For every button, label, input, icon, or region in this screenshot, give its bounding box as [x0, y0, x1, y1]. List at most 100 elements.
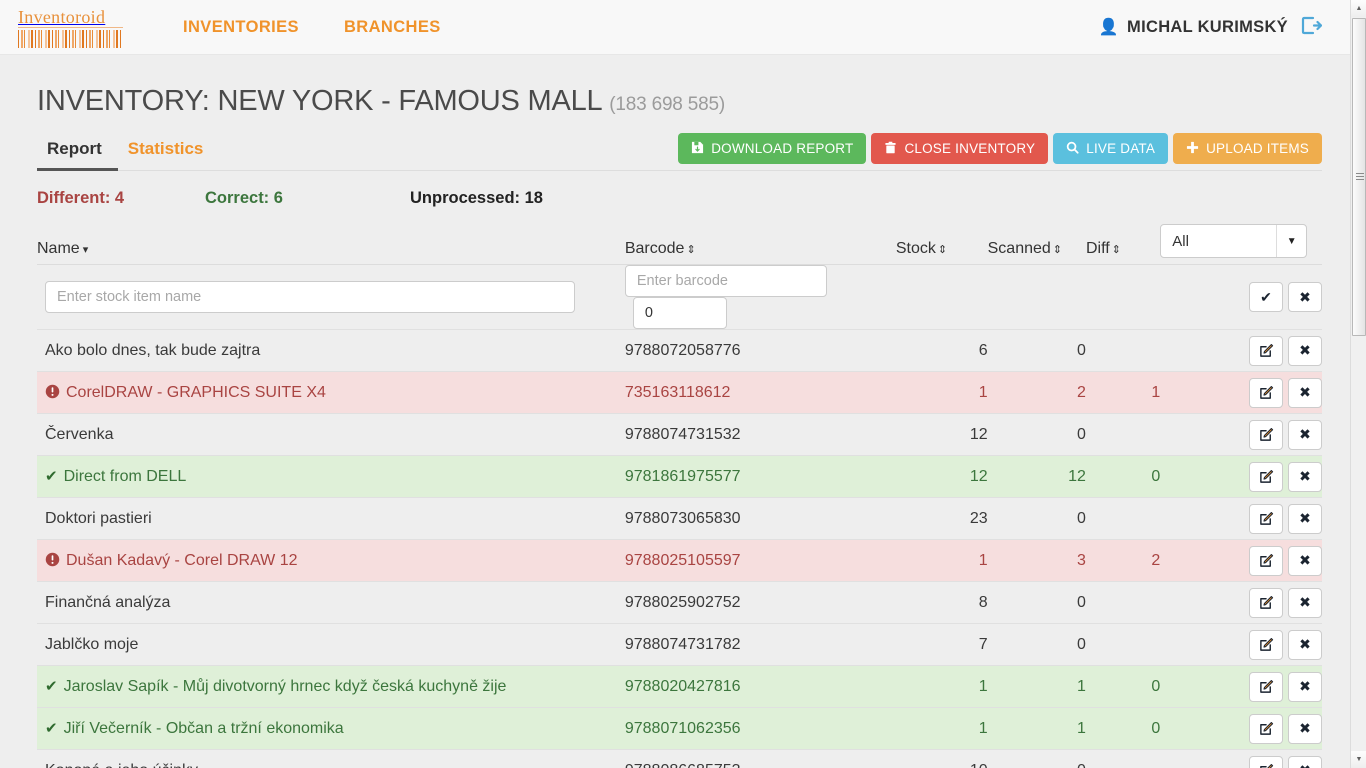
page-body: INVENTORY: NEW YORK - FAMOUS MALL (183 6… [0, 85, 1350, 768]
download-report-button[interactable]: DOWNLOAD REPORT [678, 133, 867, 164]
delete-row-button[interactable]: ✖ [1288, 755, 1322, 768]
live-data-button[interactable]: LIVE DATA [1053, 133, 1169, 164]
confirm-filter-button[interactable]: ✔ [1249, 282, 1283, 312]
cell-actions: ✖ [1160, 498, 1322, 540]
delete-row-button[interactable]: ✖ [1288, 629, 1322, 660]
cell-barcode: 9788086685753 [625, 750, 896, 768]
table-row[interactable]: Doktori pastieri 9788073065830 23 0 ✖ [37, 497, 1322, 540]
edit-row-button[interactable] [1249, 377, 1283, 408]
counter-different: Different: 4 [37, 189, 125, 207]
tab-statistics[interactable]: Statistics [118, 134, 220, 170]
column-header-name[interactable]: Name ▾ [37, 224, 625, 265]
sort-icon: ⇕ [1111, 244, 1121, 256]
live-data-label: LIVE DATA [1086, 141, 1156, 156]
cell-stock: 23 [969, 509, 988, 527]
table-row[interactable]: ✔ Direct from DELL 9781861975577 12 12 0 ✖ [37, 455, 1322, 498]
edit-row-button[interactable] [1249, 503, 1283, 534]
item-name-label: Ako bolo dnes, tak bude zajtra [45, 341, 261, 359]
logout-icon[interactable] [1301, 16, 1323, 39]
clear-filter-button[interactable]: ✖ [1288, 282, 1322, 312]
delete-row-button[interactable]: ✖ [1288, 671, 1322, 702]
delete-row-button[interactable]: ✖ [1288, 545, 1322, 576]
cell-actions: ✖ [1160, 414, 1322, 456]
delete-row-button[interactable]: ✖ [1288, 461, 1322, 492]
cell-diff [1086, 582, 1160, 624]
navbar-right: 👤 MICHAL KURIMSKÝ [1099, 16, 1323, 39]
scroll-down-button[interactable]: ▼ [1351, 751, 1366, 768]
upload-items-label: UPLOAD ITEMS [1206, 141, 1309, 156]
column-header-diff[interactable]: Diff ⇕ [1086, 224, 1160, 265]
cell-diff [1086, 414, 1160, 456]
user-menu[interactable]: 👤 MICHAL KURIMSKÝ [1099, 17, 1288, 37]
edit-row-button[interactable] [1249, 545, 1283, 576]
cell-barcode: 9788074731532 [624, 425, 741, 443]
close-inventory-button[interactable]: CLOSE INVENTORY [871, 133, 1049, 164]
table-row[interactable]: ✔ Jaroslav Sapík - Můj divotvorný hrnec k… [37, 665, 1322, 708]
table-row[interactable]: Dušan Kadavý - Corel DRAW 12 978802510559… [37, 539, 1322, 582]
state-filter-select[interactable]: All ▼ [1160, 224, 1308, 258]
cell-name: Konopé a jeho účinky [37, 750, 625, 768]
edit-row-button[interactable] [1249, 713, 1283, 744]
table-row[interactable]: Ako bolo dnes, tak bude zajtra 9788072058… [37, 329, 1322, 372]
item-name-label: Konopé a jeho účinky [45, 762, 198, 768]
cell-barcode: 9788025902752 [624, 593, 741, 611]
column-header-filter: All ▼ [1160, 224, 1322, 265]
brand-logo[interactable]: Inventoroid [18, 7, 123, 48]
search-input-quantity[interactable] [632, 297, 727, 329]
check-icon: ✔ [45, 678, 58, 695]
cell-stock: 12 [969, 425, 988, 443]
search-input-barcode[interactable] [624, 265, 827, 297]
column-header-scanned[interactable]: Scanned ⇕ [988, 224, 1086, 265]
edit-row-button[interactable] [1249, 419, 1283, 450]
cell-scanned: 0 [1077, 425, 1086, 443]
cell-stock: 6 [978, 341, 988, 359]
delete-row-button[interactable]: ✖ [1288, 377, 1322, 408]
cell-stock: 1 [978, 551, 988, 569]
vertical-scrollbar[interactable]: ▲ ▼ [1350, 0, 1366, 768]
edit-row-button[interactable] [1249, 587, 1283, 618]
delete-row-button[interactable]: ✖ [1288, 587, 1322, 618]
check-icon: ✔ [45, 468, 58, 485]
nav-item-inventories[interactable]: INVENTORIES [183, 18, 299, 37]
cell-actions: ✖ [1160, 708, 1322, 750]
table-row[interactable]: Konopé a jeho účinky 9788086685753100 ✖ [37, 749, 1322, 768]
scrollbar-thumb[interactable] [1352, 18, 1366, 336]
filter-cell-actions: ✔ ✖ [1160, 265, 1322, 330]
delete-row-button[interactable]: ✖ [1288, 713, 1322, 744]
delete-row-button[interactable]: ✖ [1288, 335, 1322, 366]
table-body: ✔✖Ako bolo dnes, tak bude zajtra97880720… [37, 264, 1322, 768]
item-name-label: Jiří Večerník - Občan a tržní ekonomika [63, 720, 344, 737]
search-input-name[interactable] [45, 281, 575, 313]
upload-items-button[interactable]: UPLOAD ITEMS [1173, 133, 1322, 164]
barcode-icon [18, 30, 123, 48]
nav-item-branches[interactable]: BRANCHES [344, 18, 441, 37]
edit-row-button[interactable] [1249, 755, 1283, 768]
column-header-stock[interactable]: Stock ⇕ [896, 224, 988, 265]
alert-icon [45, 384, 60, 401]
table-row[interactable]: Jablčko moje 9788074731782 7 0 ✖ [37, 623, 1322, 666]
sort-icon: ⇕ [937, 244, 947, 256]
cell-name: ✔ Direct from DELL [37, 456, 625, 498]
edit-row-button[interactable] [1249, 629, 1283, 660]
table-row[interactable]: CorelDRAW - GRAPHICS SUITE X4 73516311861… [37, 371, 1322, 414]
cell-scanned: 0 [1077, 593, 1086, 611]
edit-row-button[interactable] [1249, 461, 1283, 492]
table-row[interactable]: ✔ Jiří Večerník - Občan a tržní ekonomika… [37, 707, 1322, 750]
delete-row-button[interactable]: ✖ [1288, 419, 1322, 450]
table-row[interactable]: Finančná analýza 9788025902752 8 0 ✖ [37, 581, 1322, 624]
table-row[interactable]: Červenka 9788074731532 12 0 ✖ [37, 413, 1322, 456]
tab-report[interactable]: Report [37, 134, 118, 171]
filter-cell-scanned [988, 265, 1086, 330]
user-name-label: MICHAL KURIMSKÝ [1127, 17, 1288, 36]
delete-row-button[interactable]: ✖ [1288, 503, 1322, 534]
page-title: INVENTORY: NEW YORK - FAMOUS MALL (183 6… [37, 85, 1322, 118]
edit-row-button[interactable] [1249, 335, 1283, 366]
cell-barcode: 9788020427816 [624, 677, 741, 695]
cell-stock: 10 [896, 750, 988, 768]
edit-row-button[interactable] [1249, 671, 1283, 702]
cell-stock: 1 [978, 383, 988, 401]
scroll-up-button[interactable]: ▲ [1351, 0, 1366, 17]
cell-actions: ✖ [1160, 330, 1322, 372]
item-name-label: Dušan Kadavý - Corel DRAW 12 [66, 551, 298, 569]
column-header-barcode[interactable]: Barcode ⇕ [625, 224, 896, 265]
